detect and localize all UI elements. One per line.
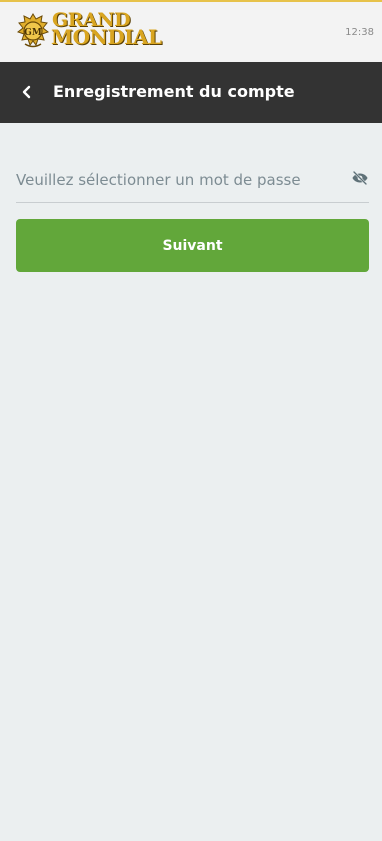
- eye-off-icon: [352, 170, 368, 186]
- crest-icon: GM: [16, 13, 50, 48]
- password-field: [16, 160, 369, 203]
- logo-line-2: MONDIAL: [51, 25, 162, 49]
- top-bar: GM GRAND MONDIAL 12:38: [0, 0, 382, 62]
- grand-mondial-logo[interactable]: GM GRAND MONDIAL: [15, 11, 162, 52]
- next-button[interactable]: Suivant: [16, 219, 369, 272]
- chevron-left-icon: [22, 85, 31, 99]
- emblem-monogram: GM: [24, 28, 42, 38]
- page-header: Enregistrement du compte: [0, 62, 382, 123]
- back-button[interactable]: [13, 78, 41, 106]
- clock: 12:38: [345, 27, 374, 38]
- logo-wordmark: GRAND MONDIAL: [51, 11, 162, 52]
- page-title: Enregistrement du compte: [53, 82, 295, 101]
- show-password-toggle[interactable]: [351, 169, 369, 187]
- password-input[interactable]: [16, 160, 336, 200]
